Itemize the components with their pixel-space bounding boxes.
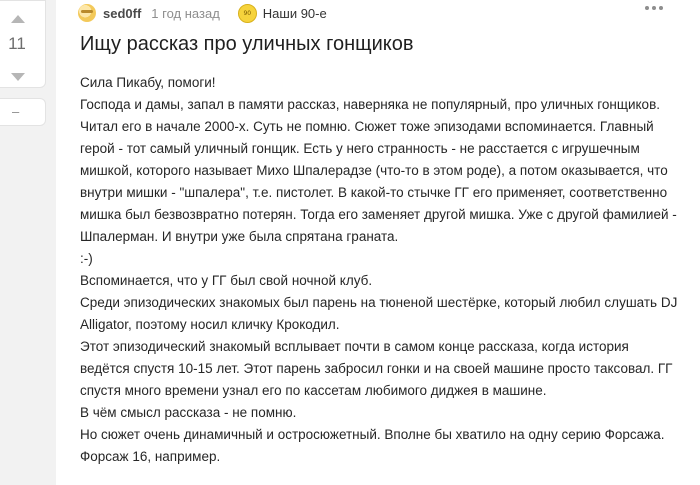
dot-icon xyxy=(659,6,663,10)
more-options-button[interactable] xyxy=(645,6,663,10)
rating-count: 11 xyxy=(8,34,26,53)
body-line: Шпалерман. И внутри уже была спрятана гр… xyxy=(80,229,399,244)
body-line: Читал его в начале 2000-х. Суть не помню… xyxy=(80,119,654,134)
body-line: Среди эпизодических знакомых был парень … xyxy=(80,295,678,310)
post-timestamp: 1 год назад xyxy=(151,5,220,21)
post-card: sed0ff 1 год назад 90 Наши 90-е Ищу расс… xyxy=(56,0,700,485)
body-line: Форсаж 16, например. xyxy=(80,449,221,464)
downvote-arrow-icon[interactable] xyxy=(11,73,25,81)
body-line: В чём смысл рассказа - не помню. xyxy=(80,405,297,420)
vote-rail: 11 – xyxy=(0,0,48,485)
dot-icon xyxy=(652,6,656,10)
body-line: мишкой, которого называет Михо Шпалерадз… xyxy=(80,163,668,178)
post-title[interactable]: Ищу рассказ про уличных гонщиков xyxy=(80,33,680,56)
body-line: спустя много времени узнал его по кассет… xyxy=(80,383,547,398)
page: 11 – sed0ff 1 год назад 90 Наши 90-е Ищу… xyxy=(0,0,700,485)
body-line: герой - тот самый уличный гонщик. Есть у… xyxy=(80,141,640,156)
minus-button[interactable]: – xyxy=(0,98,46,126)
body-line: мишка был безвозвратно потерян. Тогда ег… xyxy=(80,207,677,222)
community-icon[interactable]: 90 xyxy=(237,3,257,23)
body-line: Вспоминается, что у ГГ был свой ночной к… xyxy=(80,273,373,288)
body-line: Господа и дамы, запал в памяти рассказ, … xyxy=(80,97,660,112)
upvote-arrow-icon[interactable] xyxy=(11,15,25,23)
post-header: sed0ff 1 год назад 90 Наши 90-е xyxy=(78,3,327,23)
body-line: Этот эпизодический знакомый всплывает по… xyxy=(80,339,629,354)
dot-icon xyxy=(645,6,649,10)
body-line: Но сюжет очень динамичный и остросюжетны… xyxy=(80,427,665,442)
body-line: внутри мишки - "шпалера", т.е. пистолет.… xyxy=(80,185,668,200)
body-line: Сила Пикабу, помоги! xyxy=(80,75,216,90)
body-line: :-) xyxy=(80,251,93,266)
post-body: Сила Пикабу, помоги! Господа и дамы, зап… xyxy=(80,72,690,468)
rating-box: 11 xyxy=(0,0,46,88)
avatar[interactable] xyxy=(78,4,96,22)
community-link[interactable]: Наши 90-е xyxy=(263,6,327,21)
body-line: Alligator, поэтому носил кличку Крокодил… xyxy=(80,317,340,332)
body-line: ведётся спустя 10-15 лет. Этот парень за… xyxy=(80,361,673,376)
author-link[interactable]: sed0ff xyxy=(103,6,141,21)
